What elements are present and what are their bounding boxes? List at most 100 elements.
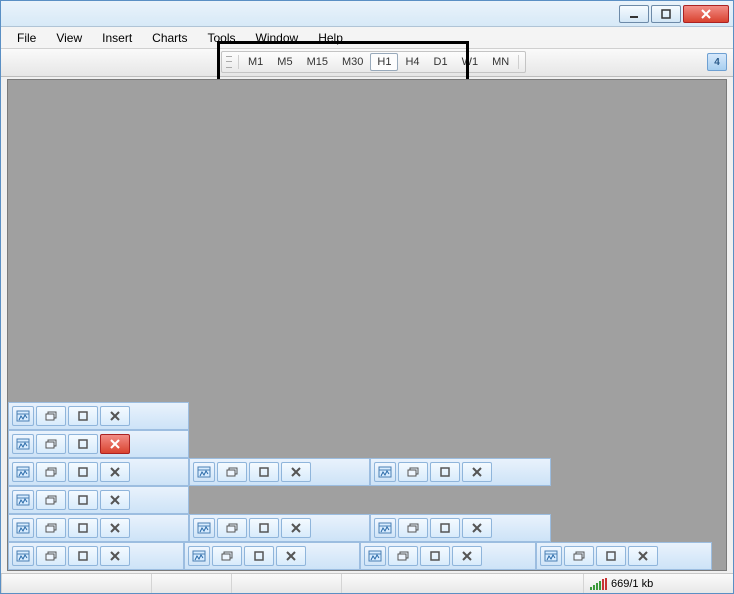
- close-button[interactable]: [462, 462, 492, 482]
- restore-button[interactable]: [36, 518, 66, 538]
- toolbar-row: M1 M5 M15 M30 H1 H4 D1 W1 MN 4: [1, 49, 733, 77]
- minimized-chart-window[interactable]: [370, 514, 551, 542]
- minimized-chart-window[interactable]: [8, 458, 189, 486]
- period-h1[interactable]: H1: [370, 53, 398, 71]
- restore-button[interactable]: [36, 546, 66, 566]
- maximize-button[interactable]: [249, 462, 279, 482]
- maximize-button[interactable]: [596, 546, 626, 566]
- chart-icon: [364, 546, 386, 566]
- close-button[interactable]: [276, 546, 306, 566]
- menu-tools[interactable]: Tools: [198, 28, 246, 48]
- restore-button[interactable]: [398, 518, 428, 538]
- period-mn[interactable]: MN: [485, 53, 516, 71]
- restore-button[interactable]: [212, 546, 242, 566]
- connection-text: 669/1 kb: [611, 578, 653, 590]
- close-button[interactable]: [683, 5, 729, 23]
- chart-workspace: [7, 79, 727, 571]
- minimized-chart-window[interactable]: [536, 542, 712, 570]
- close-button[interactable]: [100, 546, 130, 566]
- close-button[interactable]: [100, 462, 130, 482]
- period-m15[interactable]: M15: [300, 53, 335, 71]
- period-h4[interactable]: H4: [398, 53, 426, 71]
- chart-icon: [193, 518, 215, 538]
- menubar: File View Insert Charts Tools Window Hel…: [1, 27, 733, 49]
- minimized-chart-window[interactable]: [370, 458, 551, 486]
- maximize-button[interactable]: [244, 546, 274, 566]
- chart-icon: [12, 518, 34, 538]
- minimized-chart-window[interactable]: [189, 514, 370, 542]
- minimized-chart-window[interactable]: [189, 458, 370, 486]
- maximize-button[interactable]: [68, 490, 98, 510]
- close-button[interactable]: [281, 518, 311, 538]
- maximize-button[interactable]: [68, 518, 98, 538]
- status-cell: [231, 574, 341, 593]
- status-cell: [151, 574, 231, 593]
- restore-button[interactable]: [36, 406, 66, 426]
- restore-button[interactable]: [36, 434, 66, 454]
- period-m1[interactable]: M1: [241, 53, 270, 71]
- menu-insert[interactable]: Insert: [92, 28, 142, 48]
- minimized-chart-window[interactable]: [8, 486, 189, 514]
- close-button[interactable]: [100, 434, 130, 454]
- restore-button[interactable]: [398, 462, 428, 482]
- chart-icon: [188, 546, 210, 566]
- maximize-button[interactable]: [430, 518, 460, 538]
- restore-button[interactable]: [36, 462, 66, 482]
- separator: [518, 55, 519, 69]
- menu-charts[interactable]: Charts: [142, 28, 197, 48]
- chart-icon: [193, 462, 215, 482]
- maximize-button[interactable]: [68, 546, 98, 566]
- restore-button[interactable]: [217, 518, 247, 538]
- toolbar-grip-icon[interactable]: [226, 54, 232, 70]
- close-button[interactable]: [628, 546, 658, 566]
- titlebar: [1, 1, 733, 27]
- chart-icon: [12, 406, 34, 426]
- close-button[interactable]: [452, 546, 482, 566]
- status-cell: [1, 574, 151, 593]
- close-button[interactable]: [462, 518, 492, 538]
- maximize-button[interactable]: [420, 546, 450, 566]
- restore-button[interactable]: [36, 490, 66, 510]
- close-button[interactable]: [100, 406, 130, 426]
- statusbar: 669/1 kb: [1, 573, 733, 593]
- period-d1[interactable]: D1: [427, 53, 455, 71]
- chart-icon: [374, 518, 396, 538]
- period-m5[interactable]: M5: [270, 53, 299, 71]
- restore-button[interactable]: [388, 546, 418, 566]
- chart-icon: [12, 546, 34, 566]
- maximize-button[interactable]: [651, 5, 681, 23]
- maximize-button[interactable]: [68, 406, 98, 426]
- minimized-chart-window[interactable]: [8, 514, 189, 542]
- menu-file[interactable]: File: [7, 28, 46, 48]
- chart-icon: [12, 462, 34, 482]
- maximize-button[interactable]: [249, 518, 279, 538]
- menu-view[interactable]: View: [46, 28, 92, 48]
- restore-button[interactable]: [564, 546, 594, 566]
- status-cell: [341, 574, 583, 593]
- minimized-chart-window[interactable]: [8, 542, 184, 570]
- close-button[interactable]: [281, 462, 311, 482]
- close-button[interactable]: [100, 518, 130, 538]
- period-m30[interactable]: M30: [335, 53, 370, 71]
- minimize-button[interactable]: [619, 5, 649, 23]
- status-connection[interactable]: 669/1 kb: [583, 574, 733, 593]
- maximize-button[interactable]: [430, 462, 460, 482]
- chart-icon: [374, 462, 396, 482]
- periodicity-toolbar[interactable]: M1 M5 M15 M30 H1 H4 D1 W1 MN: [221, 51, 526, 73]
- close-button[interactable]: [100, 490, 130, 510]
- connection-bars-icon: [590, 578, 607, 590]
- minimized-chart-window[interactable]: [8, 402, 189, 430]
- chart-icon: [540, 546, 562, 566]
- period-w1[interactable]: W1: [455, 53, 486, 71]
- menu-window[interactable]: Window: [246, 28, 309, 48]
- minimized-chart-window[interactable]: [360, 542, 536, 570]
- menu-help[interactable]: Help: [308, 28, 353, 48]
- maximize-button[interactable]: [68, 434, 98, 454]
- chart-icon: [12, 434, 34, 454]
- minimized-chart-window[interactable]: [8, 430, 189, 458]
- restore-button[interactable]: [217, 462, 247, 482]
- chart-icon: [12, 490, 34, 510]
- minimized-chart-window[interactable]: [184, 542, 360, 570]
- chart-count-indicator[interactable]: 4: [707, 53, 727, 71]
- maximize-button[interactable]: [68, 462, 98, 482]
